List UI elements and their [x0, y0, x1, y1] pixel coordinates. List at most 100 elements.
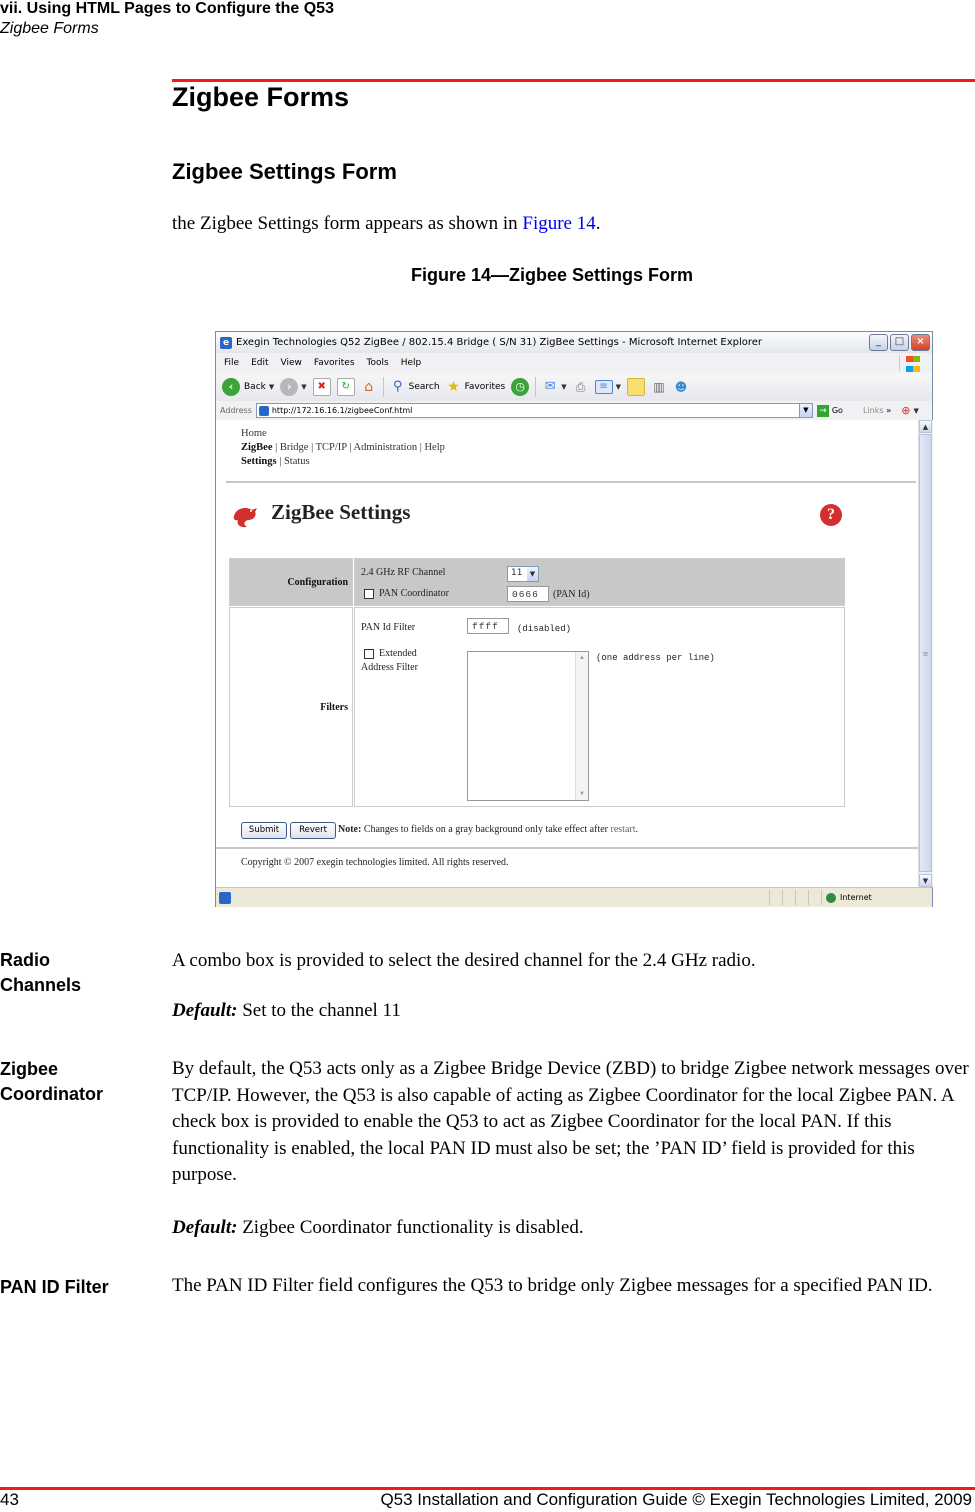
address-filter-hint: (one address per line): [596, 653, 715, 663]
textarea-scrollbar[interactable]: ▲ ▼: [575, 652, 588, 800]
term-line: Radio: [0, 950, 51, 970]
term-line: Channels: [0, 975, 82, 995]
note-end: .: [635, 824, 639, 835]
term-line: Coordinator: [0, 1084, 103, 1104]
back-arrow-icon: ‹: [222, 378, 240, 396]
home-button[interactable]: ⌂: [361, 379, 377, 395]
default-text: Set to the channel 11: [237, 1000, 401, 1021]
menu-help[interactable]: Help: [401, 358, 422, 368]
restart-link[interactable]: restart: [611, 824, 636, 835]
scroll-up-icon[interactable]: ▲: [919, 420, 932, 433]
submit-button[interactable]: Submit: [241, 822, 287, 839]
history-icon: ◷: [511, 378, 530, 396]
term-zigbee-coordinator: Zigbee Coordinator: [0, 1057, 103, 1107]
figure-caption: Figure 14—Zigbee Settings Form: [411, 265, 694, 285]
intro-text: the Zigbee Settings form appears as show…: [172, 213, 523, 234]
stop-icon: ✖: [312, 378, 331, 396]
site-navigation: Home ZigBee | Bridge | TCP/IP | Administ…: [241, 428, 445, 467]
favorites-button[interactable]: ★ Favorites: [446, 379, 505, 395]
revert-button[interactable]: Revert: [290, 822, 336, 839]
stop-button[interactable]: ✖: [312, 378, 331, 396]
maximize-button[interactable]: □: [890, 334, 909, 351]
history-button[interactable]: ◷: [511, 378, 530, 396]
mail-button[interactable]: ✉ ▼: [542, 379, 567, 395]
chevron-down-icon: ▼: [268, 383, 275, 391]
links-button[interactable]: Links »: [863, 406, 891, 415]
desc-zigbee-coordinator: By default, the Q53 acts only as a Zigbe…: [172, 1058, 969, 1185]
menu-edit[interactable]: Edit: [251, 358, 268, 368]
pdf-addon-icon[interactable]: ⊕: [901, 404, 910, 417]
toolbar-separator: [382, 377, 384, 397]
discuss-button[interactable]: [627, 378, 645, 396]
messenger-button[interactable]: ☻: [673, 379, 689, 395]
messenger-icon: ☻: [674, 380, 688, 394]
minimize-button[interactable]: _: [869, 334, 888, 351]
default-label: Default:: [172, 1217, 238, 1238]
print-button[interactable]: ⎙: [573, 379, 589, 395]
menu-tools[interactable]: Tools: [367, 358, 389, 368]
pan-id-filter-input[interactable]: ffff: [467, 618, 509, 634]
heading-zigbee-forms: Zigbee Forms: [172, 82, 350, 112]
filters-label: Filters: [229, 607, 353, 807]
nav-help[interactable]: Help: [424, 442, 444, 453]
research-button[interactable]: ▥: [651, 379, 667, 395]
pan-coordinator-checkbox[interactable]: [364, 588, 374, 599]
menu-bar: File Edit View Favorites Tools Help: [216, 353, 932, 374]
extended-address-field: Extended: [364, 648, 417, 659]
back-label: Back: [244, 382, 266, 392]
refresh-button[interactable]: ↻: [336, 378, 355, 396]
note-text: Changes to fields on a gray background o…: [361, 824, 611, 835]
figure-14-link[interactable]: Figure 14: [522, 213, 595, 234]
edit-page-icon: ≡: [594, 380, 613, 394]
nav-zigbee[interactable]: ZigBee: [241, 442, 273, 453]
search-button[interactable]: ⚲ Search: [390, 379, 440, 395]
zigbee-lizard-logo-icon: [233, 508, 257, 528]
default-text: Zigbee Coordinator functionality is disa…: [237, 1217, 584, 1238]
zone-cell: Internet: [821, 890, 932, 905]
default-label: Default:: [172, 1000, 238, 1021]
nav-settings[interactable]: Settings: [241, 456, 277, 467]
title-bar: e Exegin Technologies Q52 ZigBee / 802.1…: [216, 332, 932, 353]
url-text: http://172.16.16.1/zigbeeConf.html: [271, 406, 413, 415]
address-input[interactable]: http://172.16.16.1/zigbeeConf.html ▼: [255, 403, 813, 418]
chevron-down-icon: ▼: [615, 383, 621, 391]
research-icon: ▥: [653, 380, 665, 394]
extended-label: Extended: [379, 648, 417, 659]
forward-button[interactable]: › ▼: [280, 378, 307, 396]
refresh-icon: ↻: [336, 378, 355, 396]
go-button[interactable]: → Go: [816, 404, 843, 417]
menu-file[interactable]: File: [224, 358, 239, 368]
nav-status[interactable]: Status: [284, 456, 310, 467]
filters-fields: PAN Id Filter ffff (disabled) Extended A…: [354, 607, 845, 807]
nav-tcpip[interactable]: TCP/IP: [316, 442, 347, 453]
note-icon: [627, 378, 645, 396]
scroll-thumb[interactable]: ≡: [919, 434, 932, 872]
chevron-down-icon: ▼: [301, 383, 307, 391]
note-label: Note:: [338, 824, 362, 835]
close-button[interactable]: ×: [911, 334, 930, 351]
rf-channel-label: 2.4 GHz RF Channel: [361, 567, 446, 578]
default-zigbee-coordinator: Default: Zigbee Coordinator functionalit…: [172, 1215, 972, 1242]
rf-channel-value: 11: [511, 568, 523, 578]
scroll-down-icon[interactable]: ▼: [919, 874, 932, 887]
extended-filter-checkbox[interactable]: [364, 648, 374, 659]
configuration-row: Configuration 2.4 GHz RF Channel 11 ▼ PA…: [229, 558, 845, 606]
help-icon[interactable]: ?: [820, 504, 842, 526]
page-scrollbar[interactable]: ▲ ≡ ▼: [918, 420, 933, 887]
address-filter-textarea[interactable]: ▲ ▼: [467, 651, 589, 801]
menu-view[interactable]: View: [281, 358, 302, 368]
nav-bridge[interactable]: Bridge: [280, 442, 309, 453]
back-button[interactable]: ‹ Back ▼: [222, 378, 274, 396]
chevron-down-icon[interactable]: ▼: [913, 407, 918, 415]
status-bar: Internet: [216, 887, 932, 907]
nav-home[interactable]: Home: [241, 428, 267, 439]
chevron-down-icon[interactable]: ▼: [798, 404, 812, 417]
menu-favorites[interactable]: Favorites: [314, 358, 355, 368]
rf-channel-select[interactable]: 11 ▼: [507, 566, 539, 582]
nav-administration[interactable]: Administration: [354, 442, 418, 453]
status-cell: [769, 890, 782, 905]
pan-id-input[interactable]: 0666: [507, 586, 549, 602]
windows-logo-icon: [899, 355, 924, 372]
edit-button[interactable]: ≡ ▼: [594, 380, 621, 394]
page-number: 43: [0, 1490, 19, 1509]
